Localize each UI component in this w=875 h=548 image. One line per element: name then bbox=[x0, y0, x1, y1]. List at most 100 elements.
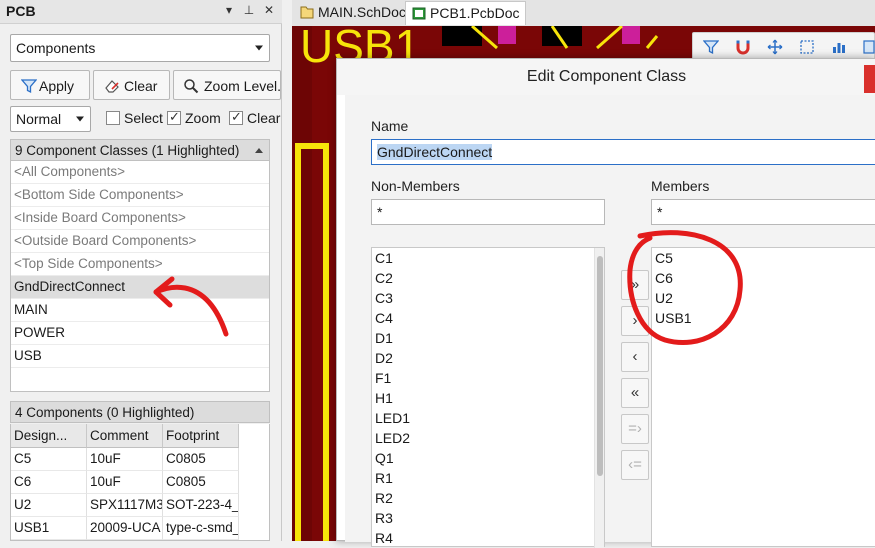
table-cell[interactable]: 10uF bbox=[87, 448, 163, 471]
magnifier-icon bbox=[184, 79, 199, 94]
component-icon[interactable] bbox=[861, 39, 875, 55]
non-members-list[interactable]: C1 C2 C3 C4 D1 D2 F1 H1 LED1 LED2 Q1 R1 R2 R3 R4 bbox=[371, 247, 605, 548]
class-item[interactable]: GndDirectConnect bbox=[11, 276, 269, 299]
chevron-down-icon bbox=[255, 45, 263, 51]
class-item[interactable]: <All Components> bbox=[11, 161, 269, 184]
edit-component-class-dialog: Edit Component Class Name GndDirectConne… bbox=[336, 58, 875, 548]
dialog-title: Edit Component Class bbox=[526, 68, 687, 85]
class-item[interactable]: <Inside Board Components> bbox=[11, 207, 269, 230]
components-header: 4 Components (0 Highlighted) bbox=[10, 401, 270, 423]
clear-button[interactable]: Clear bbox=[93, 70, 170, 100]
non-member-item[interactable]: R3 bbox=[375, 510, 393, 526]
add-highlighted-button[interactable]: =› bbox=[621, 414, 649, 444]
zoom-level-button[interactable]: Zoom Level... bbox=[173, 70, 281, 100]
tab-pcb1-pcbdoc[interactable]: PCB1.PcbDoc bbox=[405, 1, 527, 25]
members-label: Members bbox=[651, 178, 710, 194]
non-member-item[interactable]: C3 bbox=[375, 290, 393, 306]
table-cell[interactable]: U2 bbox=[11, 494, 87, 517]
non-member-item[interactable]: F1 bbox=[375, 370, 391, 386]
member-item[interactable]: USB1 bbox=[655, 310, 692, 326]
column-header[interactable]: Footprint bbox=[163, 424, 239, 448]
collapse-arrow-icon bbox=[255, 148, 263, 153]
class-item[interactable]: <Top Side Components> bbox=[11, 253, 269, 276]
table-cell[interactable]: C6 bbox=[11, 471, 87, 494]
mask-mode-select[interactable]: Normal bbox=[10, 106, 91, 132]
bar-chart-icon[interactable] bbox=[831, 39, 847, 55]
add-selected-button[interactable]: › bbox=[621, 306, 649, 336]
table-cell[interactable]: 10uF bbox=[87, 471, 163, 494]
non-members-filter-input[interactable]: * bbox=[371, 199, 605, 225]
non-member-item[interactable]: C4 bbox=[375, 310, 393, 326]
move-crosshair-icon[interactable] bbox=[767, 39, 783, 55]
non-members-scrollbar[interactable] bbox=[594, 248, 604, 548]
non-member-item[interactable]: Q1 bbox=[375, 450, 394, 466]
non-member-item[interactable]: LED2 bbox=[375, 430, 410, 446]
pin-icon[interactable]: ⊥ bbox=[242, 3, 256, 19]
chevron-down-icon bbox=[76, 116, 84, 122]
table-cell[interactable]: type-c-smd_ bbox=[163, 517, 239, 540]
tab-main-schdoc[interactable]: MAIN.SchDoc bbox=[294, 1, 412, 25]
non-member-item[interactable]: D2 bbox=[375, 350, 393, 366]
name-field-value: GndDirectConnect bbox=[377, 144, 493, 160]
table-cell[interactable]: C5 bbox=[11, 448, 87, 471]
pcb-doc-icon bbox=[412, 7, 426, 20]
table-cell[interactable]: USB1 bbox=[11, 517, 87, 540]
check-icon: ✓ bbox=[169, 109, 180, 124]
class-item[interactable]: MAIN bbox=[11, 299, 269, 322]
components-table: Design... Comment Footprint C5 10uF C0805 C6 10… bbox=[10, 424, 270, 541]
class-item[interactable]: USB bbox=[11, 345, 269, 368]
pcb-panel: PCB ▾ ⊥ ✕ Components Apply Clear Zoom Le… bbox=[0, 0, 282, 541]
member-item[interactable]: C6 bbox=[655, 270, 673, 286]
remove-all-button[interactable]: « bbox=[621, 378, 649, 408]
panel-header: PCB ▾ ⊥ ✕ bbox=[0, 0, 282, 24]
mode-select[interactable]: Components bbox=[10, 34, 270, 62]
non-member-item[interactable]: R1 bbox=[375, 470, 393, 486]
name-field[interactable]: GndDirectConnect bbox=[371, 139, 875, 165]
panel-title: PCB bbox=[6, 3, 36, 19]
table-cell[interactable]: 20009-UCA bbox=[87, 517, 163, 540]
dialog-close-button[interactable] bbox=[864, 65, 875, 93]
dialog-titlebar[interactable]: Edit Component Class bbox=[337, 59, 875, 95]
member-item[interactable]: C5 bbox=[655, 250, 673, 266]
class-item[interactable]: <Bottom Side Components> bbox=[11, 184, 269, 207]
filter-icon bbox=[21, 79, 37, 94]
class-item[interactable]: <Outside Board Components> bbox=[11, 230, 269, 253]
non-member-item[interactable]: LED1 bbox=[375, 410, 410, 426]
add-all-button[interactable]: » bbox=[621, 270, 649, 300]
table-cell[interactable]: C0805 bbox=[163, 471, 239, 494]
checkbox-box: ✓ bbox=[229, 109, 243, 125]
panel-menu-icon[interactable]: ▾ bbox=[222, 3, 236, 19]
table-cell[interactable]: C0805 bbox=[163, 448, 239, 471]
schematic-doc-icon bbox=[300, 6, 314, 19]
members-filter-input[interactable]: * bbox=[651, 199, 875, 225]
members-list[interactable]: C5 C6 U2 USB1 bbox=[651, 247, 875, 547]
mode-select-value: Components bbox=[16, 40, 96, 56]
check-icon: ✓ bbox=[231, 109, 242, 124]
non-member-item[interactable]: C2 bbox=[375, 270, 393, 286]
select-rect-icon[interactable] bbox=[799, 39, 815, 55]
close-icon[interactable]: ✕ bbox=[262, 3, 276, 19]
non-member-item[interactable]: D1 bbox=[375, 330, 393, 346]
dialog-body: Name GndDirectConnect Non-Members * Memb… bbox=[345, 95, 875, 548]
non-members-label: Non-Members bbox=[371, 178, 460, 194]
apply-button[interactable]: Apply bbox=[10, 70, 90, 100]
component-classes-list: <All Components> <Bottom Side Components>… bbox=[10, 161, 270, 392]
class-item[interactable]: POWER bbox=[11, 322, 269, 345]
document-tab-bar: MAIN.SchDoc PCB1.PcbDoc bbox=[292, 0, 875, 26]
non-member-item[interactable]: R4 bbox=[375, 530, 393, 546]
table-cell[interactable]: SOT-223-4_ bbox=[163, 494, 239, 517]
column-header[interactable]: Comment bbox=[87, 424, 163, 448]
non-member-item[interactable]: R2 bbox=[375, 490, 393, 506]
scrollbar-thumb[interactable] bbox=[597, 256, 603, 476]
non-member-item[interactable]: C1 bbox=[375, 250, 393, 266]
table-cell[interactable]: SPX1117M3 bbox=[87, 494, 163, 517]
filter-icon[interactable] bbox=[703, 39, 719, 55]
eraser-icon bbox=[105, 80, 119, 93]
magnet-icon[interactable] bbox=[735, 39, 751, 55]
non-member-item[interactable]: H1 bbox=[375, 390, 393, 406]
member-item[interactable]: U2 bbox=[655, 290, 673, 306]
classes-header[interactable]: 9 Component Classes (1 Highlighted) bbox=[10, 139, 270, 161]
column-header[interactable]: Design... bbox=[11, 424, 87, 448]
remove-selected-button[interactable]: ‹ bbox=[621, 342, 649, 372]
remove-highlighted-button[interactable]: ‹= bbox=[621, 450, 649, 480]
